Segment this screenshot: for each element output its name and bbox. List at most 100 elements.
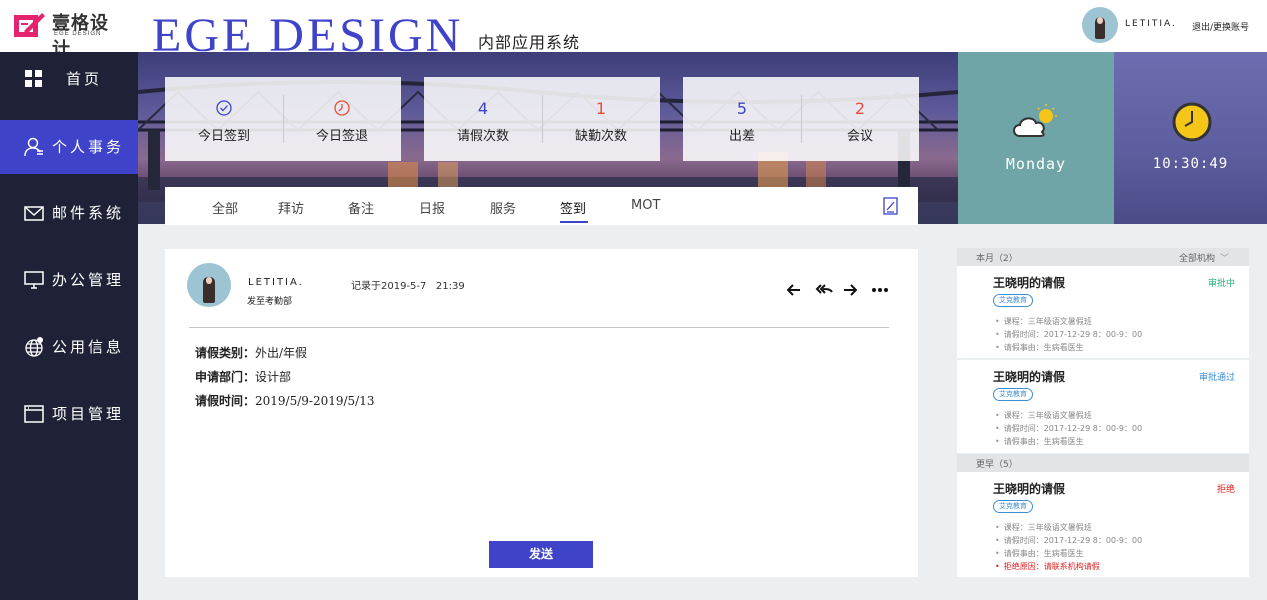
stat-business-trip[interactable]: 5 出差 — [683, 77, 801, 161]
chevron-down-icon: ﹀ — [1219, 254, 1229, 264]
more-icon[interactable] — [871, 287, 889, 293]
stat-label: 今日签退 — [315, 129, 368, 144]
sidebar-item-label: 办公管理 — [52, 271, 125, 289]
status-badge: 审批通过 — [1198, 373, 1235, 383]
logo-mark-icon — [14, 13, 45, 37]
divider — [189, 327, 889, 328]
reject-reason: 拒绝原因：请联系机构请假 — [995, 560, 1142, 573]
stat-value: 2 — [854, 99, 866, 118]
user-name: LETITIA. — [1125, 19, 1177, 29]
brand-title: EGE DESIGN — [152, 9, 464, 52]
stat-label: 出差 — [728, 129, 755, 144]
tab-all[interactable]: 全部 — [212, 198, 238, 217]
stat-value: 4 — [477, 99, 489, 118]
field-label: 请假时间： — [195, 394, 256, 408]
detail-line: 请假时间：2017-12-29 8：00-9：00 — [995, 422, 1142, 435]
forward-icon[interactable] — [843, 283, 857, 297]
detail-line: 请假时间：2017-12-29 8：00-9：00 — [995, 534, 1142, 547]
stat-check-out[interactable]: 今日签退 — [283, 77, 401, 161]
detail-line: 课程：三年级语文暑假班 — [995, 521, 1142, 534]
org-filter-label: 全部机构 — [1178, 254, 1215, 264]
avatar-face — [206, 277, 212, 284]
sidebar-item-public-info[interactable]: 公用信息 — [0, 320, 138, 374]
tab-daily-report[interactable]: 日报 — [419, 198, 445, 217]
tab-mot[interactable]: MOT — [631, 198, 660, 213]
list-item[interactable]: 王晓明的请假 拒绝 艾克教育 课程：三年级语文暑假班 请假时间：2017-12-… — [957, 472, 1249, 577]
clock-panel: 10:30:49 — [1114, 52, 1267, 224]
user-icon — [24, 137, 43, 157]
tab-bar: 全部 拜访 备注 日报 服务 签到 MOT — [165, 187, 918, 225]
detail-line: 课程：三年级语文暑假班 — [995, 409, 1142, 422]
detail-line: 课程：三年级语文暑假班 — [995, 315, 1142, 328]
tab-visit[interactable]: 拜访 — [278, 198, 304, 217]
sidebar: 首页 个人事务 邮件系统 办公管理 公用信息 项目管理 — [0, 52, 138, 600]
sidebar-item-home[interactable]: 首页 — [0, 52, 138, 106]
window-icon — [24, 405, 44, 423]
tab-service[interactable]: 服务 — [490, 198, 516, 217]
org-filter-dropdown[interactable]: 全部机构 ﹀ — [1179, 251, 1229, 264]
org-tag: 艾克教育 — [993, 294, 1033, 307]
grid-icon — [25, 70, 42, 87]
stat-label: 缺勤次数 — [574, 129, 627, 144]
logout-link[interactable]: 退出/更换账号 — [1192, 20, 1249, 33]
approval-list: 本月（2） 全部机构 ﹀ 王晓明的请假 审批中 艾克教育 课程：三年级语文暑假班 … — [957, 248, 1249, 578]
reply-all-icon[interactable] — [815, 283, 833, 297]
send-button[interactable]: 发送 — [489, 541, 593, 568]
message-actions — [787, 281, 891, 299]
item-title: 王晓明的请假 — [993, 276, 1066, 290]
list-item[interactable]: 王晓明的请假 审批通过 艾克教育 课程：三年级语文暑假班 请假时间：2017-1… — [957, 360, 1249, 453]
field-value: 外出/年假 — [255, 346, 308, 360]
item-details: 课程：三年级语文暑假班 请假时间：2017-12-29 8：00-9：00 请假… — [995, 409, 1142, 448]
org-tag: 艾克教育 — [993, 388, 1033, 401]
record-time: 记录于2019-5-7 21:39 — [351, 281, 465, 292]
sidebar-item-mail[interactable]: 邮件系统 — [0, 186, 138, 240]
sidebar-item-label: 公用信息 — [52, 338, 125, 356]
sidebar-item-label: 项目管理 — [52, 405, 125, 423]
field-label: 申请部门： — [195, 370, 256, 384]
stat-card-trips: 5 出差 2 会议 — [683, 77, 919, 161]
group-title: 本月（2） — [976, 254, 1018, 264]
clock-icon — [1172, 102, 1212, 142]
avatar[interactable] — [1082, 7, 1118, 43]
stat-leave-count[interactable]: 4 请假次数 — [424, 77, 542, 161]
org-tag: 艾克教育 — [993, 500, 1033, 513]
group-title: 更早（5） — [976, 460, 1018, 470]
group-header-earlier: 更早（5） — [957, 454, 1249, 472]
group-header-this-month: 本月（2） 全部机构 ﹀ — [957, 248, 1249, 266]
item-details: 课程：三年级语文暑假班 请假时间：2017-12-29 8：00-9：00 请假… — [995, 521, 1142, 573]
stat-label: 会议 — [846, 129, 873, 144]
tab-check-in[interactable]: 签到 — [560, 198, 586, 217]
field-leave-type: 请假类别：外出/年假 — [195, 344, 307, 361]
detail-line: 请假事由：生病看医生 — [995, 547, 1142, 560]
globe-icon — [25, 337, 43, 357]
sidebar-item-personal[interactable]: 个人事务 — [0, 120, 138, 174]
stat-check-in[interactable]: 今日签到 — [165, 77, 283, 161]
sender-name: LETITIA. — [248, 277, 304, 288]
list-item[interactable]: 王晓明的请假 审批中 艾克教育 课程：三年级语文暑假班 请假时间：2017-12… — [957, 266, 1249, 358]
check-circle-icon — [216, 100, 232, 116]
clock-out-icon — [334, 100, 350, 116]
detail-line: 请假时间：2017-12-29 8：00-9：00 — [995, 328, 1142, 341]
top-bar: 壹格设计 EGE DESIGN EGE DESIGN 内部应用系统 LETITI… — [0, 0, 1267, 60]
item-title: 王晓明的请假 — [993, 370, 1066, 384]
sidebar-item-label: 个人事务 — [52, 138, 125, 156]
stat-meeting[interactable]: 2 会议 — [801, 77, 919, 161]
reply-icon[interactable] — [787, 283, 801, 297]
sidebar-item-projects[interactable]: 项目管理 — [0, 387, 138, 441]
logo[interactable]: 壹格设计 EGE DESIGN — [12, 9, 122, 60]
stat-value: 5 — [736, 99, 748, 118]
system-title: 内部应用系统 — [478, 33, 581, 52]
field-value: 设计部 — [255, 370, 292, 384]
item-title: 王晓明的请假 — [993, 482, 1066, 496]
detail-line: 请假事由：生病看医生 — [995, 341, 1142, 354]
clock-time: 10:30:49 — [1152, 156, 1229, 172]
item-details: 课程：三年级语文暑假班 请假时间：2017-12-29 8：00-9：00 请假… — [995, 315, 1142, 354]
stat-absence-count[interactable]: 1 缺勤次数 — [542, 77, 660, 161]
tab-notes[interactable]: 备注 — [348, 198, 374, 217]
recipient-dept: 发至考勤部 — [247, 297, 293, 307]
stat-card-leave: 4 请假次数 1 缺勤次数 — [424, 77, 660, 161]
sidebar-item-office[interactable]: 办公管理 — [0, 253, 138, 307]
weather-panel: Monday — [958, 52, 1114, 224]
edit-icon[interactable] — [883, 197, 899, 215]
status-badge: 审批中 — [1207, 279, 1235, 289]
